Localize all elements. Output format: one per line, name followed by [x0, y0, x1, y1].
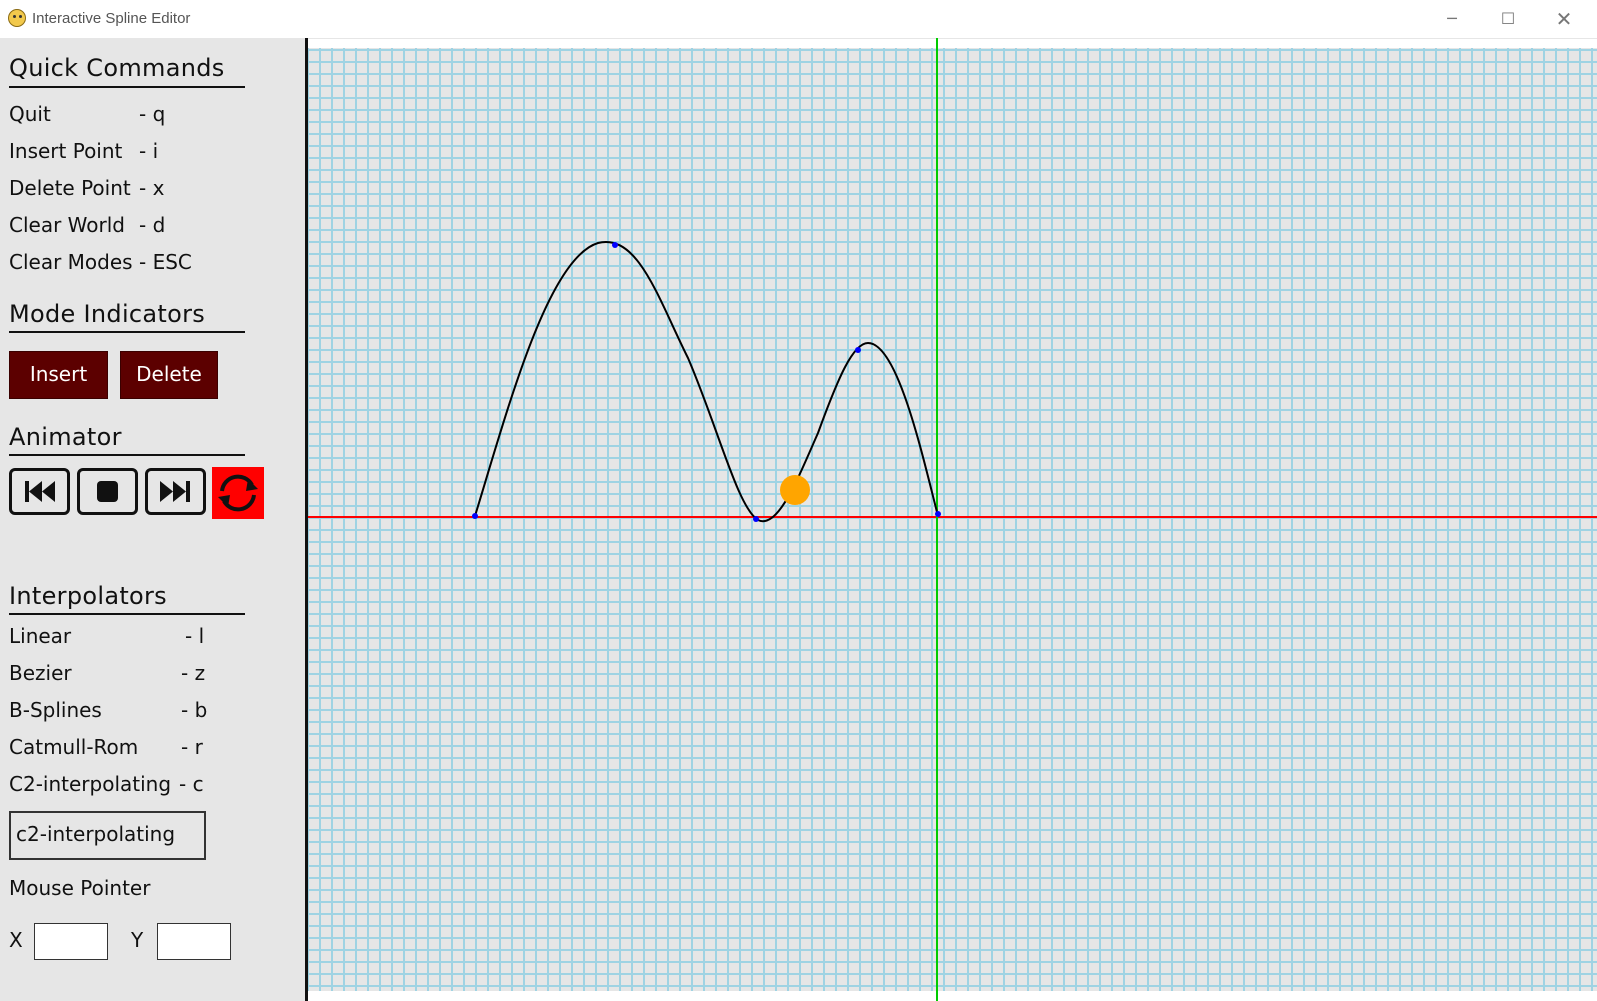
- spline-canvas[interactable]: [308, 38, 1597, 1001]
- stop-icon: [97, 481, 118, 502]
- animator-underline: [9, 454, 245, 456]
- quick-commands-underline: [9, 86, 245, 88]
- interpolator-bezier: Bezier - z: [9, 661, 205, 685]
- current-interpolator-display: c2-interpolating: [9, 811, 206, 860]
- mode-indicators-underline: [9, 331, 245, 333]
- command-label: Delete Point: [9, 176, 131, 200]
- interpolator-linear: Linear - l: [9, 624, 204, 648]
- command-clear-world: Clear World - d: [9, 213, 165, 237]
- command-key: - x: [139, 176, 165, 200]
- interpolator-key: - b: [181, 698, 208, 722]
- title-bar: Interactive Spline Editor ─ ☐ ✕: [0, 0, 1597, 39]
- y-coord-field[interactable]: [157, 923, 231, 960]
- control-point[interactable]: [753, 516, 759, 522]
- interpolator-label: B-Splines: [9, 698, 102, 722]
- command-key: - i: [139, 139, 159, 163]
- interpolator-label: Catmull-Rom: [9, 735, 139, 759]
- command-label: Quit: [9, 102, 51, 126]
- minimize-button[interactable]: ─: [1424, 0, 1480, 38]
- interpolator-label: C2-interpolating: [9, 772, 172, 796]
- command-delete-point: Delete Point - x: [9, 176, 164, 200]
- command-label: Clear World: [9, 213, 125, 237]
- interpolators-underline: [9, 613, 245, 615]
- fast-forward-icon: [160, 481, 190, 502]
- x-coord-field[interactable]: [34, 923, 108, 960]
- insert-mode-button[interactable]: Insert: [9, 351, 108, 399]
- interpolator-bsplines: B-Splines - b: [9, 698, 207, 722]
- delete-mode-button[interactable]: Delete: [120, 351, 218, 399]
- control-point[interactable]: [472, 513, 478, 519]
- close-button[interactable]: ✕: [1536, 0, 1592, 38]
- window-title: Interactive Spline Editor: [32, 10, 191, 27]
- loop-icon: [218, 474, 258, 512]
- command-key: - ESC: [139, 250, 192, 274]
- pygame-snake-icon: [8, 9, 26, 27]
- command-label: Clear Modes: [9, 250, 133, 274]
- command-key: - q: [139, 102, 166, 126]
- interpolator-key: - c: [179, 772, 204, 796]
- quick-commands-header: Quick Commands: [9, 54, 225, 82]
- command-label: Insert Point: [9, 139, 123, 163]
- interpolator-key: - r: [181, 735, 203, 759]
- interpolator-key: - z: [181, 661, 206, 685]
- animated-ball: [780, 475, 810, 505]
- grid-background: [308, 48, 1597, 991]
- command-clear-modes: Clear Modes - ESC: [9, 250, 192, 274]
- interpolators-header: Interpolators: [9, 582, 167, 610]
- maximize-button[interactable]: ☐: [1480, 0, 1536, 38]
- rewind-icon: [25, 481, 55, 502]
- y-coord-label: Y: [131, 928, 144, 952]
- control-point[interactable]: [612, 242, 618, 248]
- stop-button[interactable]: [77, 468, 138, 515]
- interpolator-catmull-rom: Catmull-Rom - r: [9, 735, 203, 759]
- interpolator-key: - l: [185, 624, 205, 648]
- loop-button[interactable]: [212, 467, 264, 519]
- rewind-button[interactable]: [9, 468, 70, 515]
- animator-header: Animator: [9, 423, 122, 451]
- command-quit: Quit - q: [9, 102, 165, 126]
- fast-forward-button[interactable]: [145, 468, 206, 515]
- interpolator-label: Bezier: [9, 661, 72, 685]
- interpolator-c2: C2-interpolating - c: [9, 772, 204, 796]
- command-key: - d: [139, 213, 166, 237]
- interpolator-label: Linear: [9, 624, 72, 648]
- x-coord-label: X: [9, 928, 23, 952]
- canvas-surface[interactable]: [308, 38, 1597, 1001]
- mode-indicators-header: Mode Indicators: [9, 300, 206, 328]
- control-point[interactable]: [935, 511, 941, 517]
- command-insert-point: Insert Point - i: [9, 139, 158, 163]
- control-point[interactable]: [855, 347, 861, 353]
- mouse-pointer-label: Mouse Pointer: [9, 876, 151, 900]
